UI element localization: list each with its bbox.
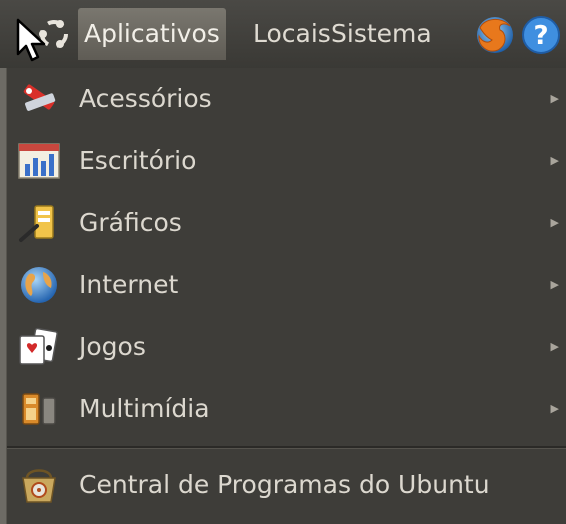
mouse-cursor-icon bbox=[16, 18, 46, 62]
menu-item-escritorio[interactable]: Escritório ▶ bbox=[7, 130, 566, 192]
submenu-arrow-icon: ▶ bbox=[550, 154, 559, 167]
submenu-arrow-icon: ▶ bbox=[550, 402, 559, 415]
applications-menu: Acessórios ▶ Escritório ▶ Gráficos ▶ Int… bbox=[6, 68, 566, 524]
menu-item-central-de-programas[interactable]: Central de Programas do Ubuntu bbox=[7, 454, 566, 516]
menu-locais[interactable]: Locais bbox=[247, 8, 337, 60]
menu-aplicativos[interactable]: Aplicativos bbox=[78, 8, 226, 60]
internet-icon bbox=[21, 267, 57, 303]
software-center-icon bbox=[22, 469, 56, 503]
graphics-icon bbox=[19, 205, 54, 242]
office-icon bbox=[18, 143, 60, 179]
menu-separator bbox=[7, 446, 566, 449]
submenu-arrow-icon: ▶ bbox=[550, 92, 559, 105]
multimedia-icon bbox=[22, 393, 56, 425]
top-panel: Aplicativos Locais Sistema ? bbox=[0, 0, 566, 69]
menu-item-label: Jogos bbox=[79, 332, 146, 361]
firefox-icon[interactable] bbox=[474, 14, 516, 56]
menu-item-acessorios[interactable]: Acessórios ▶ bbox=[7, 68, 566, 130]
submenu-arrow-icon: ▶ bbox=[550, 216, 559, 229]
menu-sistema[interactable]: Sistema bbox=[325, 8, 438, 60]
menu-item-graficos[interactable]: Gráficos ▶ bbox=[7, 192, 566, 254]
menu-item-multimidia[interactable]: Multimídia ▶ bbox=[7, 378, 566, 440]
svg-text:?: ? bbox=[533, 21, 548, 51]
menu-item-internet[interactable]: Internet ▶ bbox=[7, 254, 566, 316]
menu-item-label: Multimídia bbox=[79, 394, 210, 423]
accessories-icon bbox=[23, 84, 56, 111]
menu-item-label: Internet bbox=[79, 270, 179, 299]
games-icon bbox=[19, 327, 58, 365]
menu-item-label: Central de Programas do Ubuntu bbox=[79, 470, 490, 499]
menu-item-jogos[interactable]: Jogos ▶ bbox=[7, 316, 566, 378]
menu-item-label: Escritório bbox=[79, 146, 197, 175]
help-icon[interactable]: ? bbox=[520, 14, 562, 56]
menu-item-label: Acessórios bbox=[79, 84, 212, 113]
menu-item-label: Gráficos bbox=[79, 208, 182, 237]
submenu-arrow-icon: ▶ bbox=[550, 340, 559, 353]
submenu-arrow-icon: ▶ bbox=[550, 278, 559, 291]
